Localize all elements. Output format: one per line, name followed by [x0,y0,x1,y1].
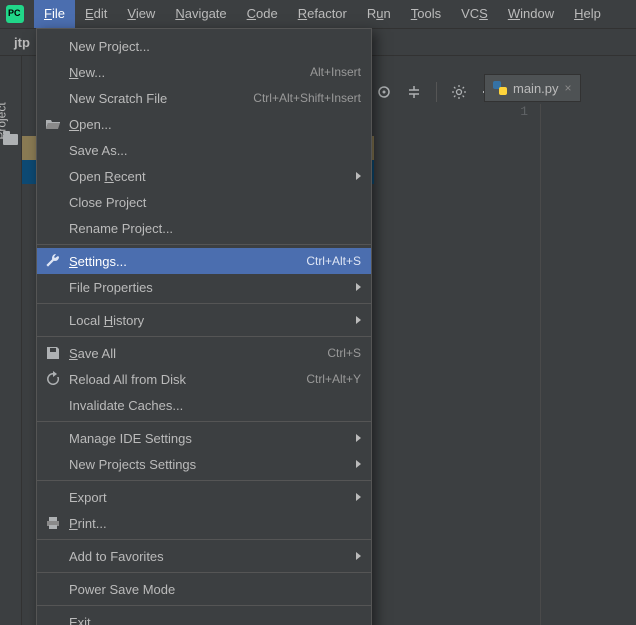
file-menu-save-as[interactable]: Save As... [37,137,371,163]
file-menu-open[interactable]: Open... [37,111,371,137]
file-menu-open-recent[interactable]: Open Recent [37,163,371,189]
menu-code[interactable]: Code [237,0,288,28]
menu-separator [37,480,371,481]
project-name[interactable]: jtp [14,35,30,50]
menu-item-label: Exit [69,615,361,625]
menu-separator [37,572,371,573]
print-icon [45,515,61,531]
menu-item-label: Print... [69,516,361,531]
file-menu-manage-ide-settings[interactable]: Manage IDE Settings [37,425,371,451]
menu-item-label: File Properties [69,280,361,295]
menu-separator [37,605,371,606]
menu-item-label: Settings... [69,254,306,269]
reload-icon [45,371,61,387]
menu-run[interactable]: Run [357,0,401,28]
python-file-icon [493,81,507,95]
file-menu-file-properties[interactable]: File Properties [37,274,371,300]
menu-item-label: Open... [69,117,361,132]
menubar: FileEditViewNavigateCodeRefactorRunTools… [0,0,636,28]
editor-tab-label: main.py [513,81,559,96]
menu-item-label: Local History [69,313,361,328]
shortcut-label: Ctrl+Alt+S [306,254,361,268]
toolbar [376,82,497,102]
folder-open-icon [45,116,61,132]
menu-item-label: Save As... [69,143,361,158]
menu-item-label: New Scratch File [69,91,253,106]
expand-all-icon[interactable] [406,84,422,100]
menu-item-label: Rename Project... [69,221,361,236]
file-menu-rename-project[interactable]: Rename Project... [37,215,371,241]
sidebar: Project [0,56,22,625]
shortcut-label: Ctrl+Alt+Shift+Insert [253,91,361,105]
file-menu-new-projects-settings[interactable]: New Projects Settings [37,451,371,477]
app-icon [6,5,24,23]
menu-view[interactable]: View [117,0,165,28]
file-menu-new[interactable]: New...Alt+Insert [37,59,371,85]
chevron-right-icon [356,316,361,324]
menu-item-label: Close Project [69,195,361,210]
menu-item-label: Reload All from Disk [69,372,306,387]
menu-item-label: Add to Favorites [69,549,361,564]
file-menu-local-history[interactable]: Local History [37,307,371,333]
save-icon [45,345,61,361]
menu-separator [37,303,371,304]
shortcut-label: Ctrl+S [327,346,361,360]
settings-gear-icon[interactable] [451,84,467,100]
chevron-right-icon [356,552,361,560]
file-menu-new-scratch-file[interactable]: New Scratch FileCtrl+Alt+Shift+Insert [37,85,371,111]
menu-separator [37,421,371,422]
editor-tab[interactable]: main.py × [484,74,581,102]
menu-file[interactable]: File [34,0,75,28]
menu-edit[interactable]: Edit [75,0,117,28]
close-icon[interactable]: × [565,81,572,95]
menu-item-label: Invalidate Caches... [69,398,361,413]
folder-icon [3,134,18,145]
menu-item-label: New Projects Settings [69,457,361,472]
menu-tools[interactable]: Tools [401,0,451,28]
menu-item-label: Export [69,490,361,505]
shortcut-label: Ctrl+Alt+Y [306,372,361,386]
menu-vcs[interactable]: VCS [451,0,498,28]
file-menu-export[interactable]: Export [37,484,371,510]
file-menu-dropdown: New Project...New...Alt+InsertNew Scratc… [36,28,372,625]
file-menu-add-to-favorites[interactable]: Add to Favorites [37,543,371,569]
file-menu-reload-all-from-disk[interactable]: Reload All from DiskCtrl+Alt+Y [37,366,371,392]
menu-item-label: Open Recent [69,169,361,184]
file-menu-exit[interactable]: Exit [37,609,371,625]
menu-separator [37,336,371,337]
menu-help[interactable]: Help [564,0,611,28]
file-menu-print[interactable]: Print... [37,510,371,536]
menu-refactor[interactable]: Refactor [288,0,357,28]
menu-item-label: Power Save Mode [69,582,361,597]
shortcut-label: Alt+Insert [310,65,361,79]
menu-navigate[interactable]: Navigate [165,0,236,28]
editor-gutter: 1 [504,104,534,119]
menu-window[interactable]: Window [498,0,564,28]
menu-item-label: Save All [69,346,327,361]
menu-separator [37,244,371,245]
chevron-right-icon [356,434,361,442]
select-opened-file-icon[interactable] [376,84,392,100]
file-menu-save-all[interactable]: Save AllCtrl+S [37,340,371,366]
chevron-right-icon [356,283,361,291]
menu-item-label: New... [69,65,310,80]
file-menu-new-project[interactable]: New Project... [37,33,371,59]
file-menu-settings[interactable]: Settings...Ctrl+Alt+S [37,248,371,274]
menu-item-label: Manage IDE Settings [69,431,361,446]
file-menu-close-project[interactable]: Close Project [37,189,371,215]
file-menu-power-save-mode[interactable]: Power Save Mode [37,576,371,602]
chevron-right-icon [356,460,361,468]
editor-area[interactable] [540,104,636,625]
file-menu-invalidate-caches[interactable]: Invalidate Caches... [37,392,371,418]
chevron-right-icon [356,493,361,501]
menu-separator [37,539,371,540]
menu-item-label: New Project... [69,39,361,54]
toolbar-separator [436,82,437,102]
line-number: 1 [504,104,528,119]
chevron-right-icon [356,172,361,180]
wrench-icon [45,253,61,269]
